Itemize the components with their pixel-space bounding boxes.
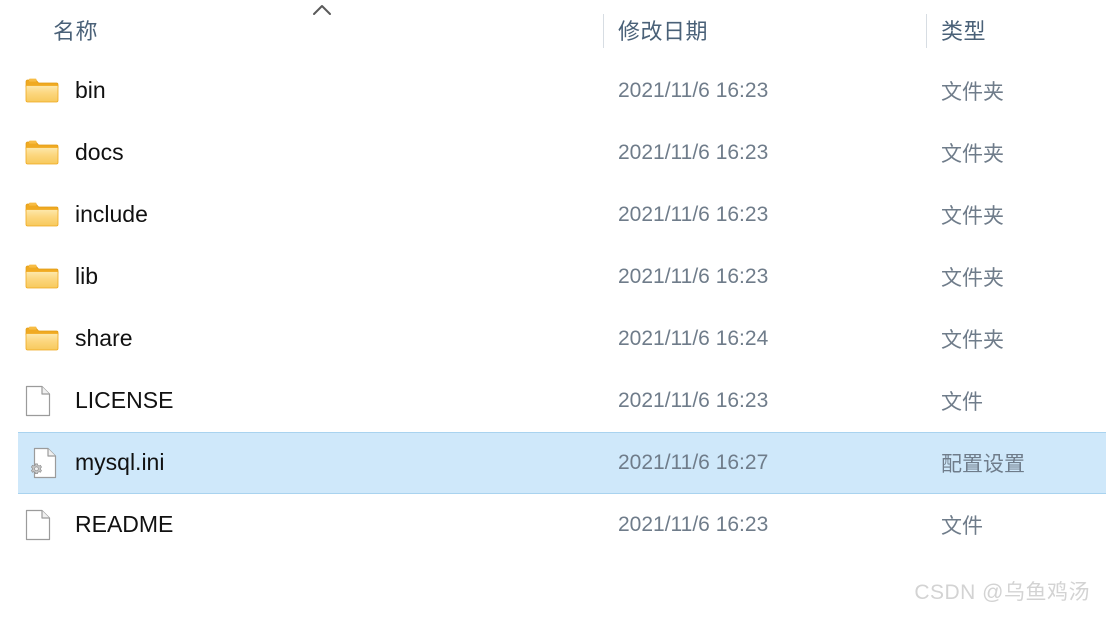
chevron-up-icon: [311, 3, 333, 17]
file-date-modified-cell: 2021/11/6 16:23: [618, 389, 769, 412]
file-row[interactable]: README 2021/11/6 16:23 文件: [0, 494, 1106, 556]
file-type-cell: 文件夹: [941, 329, 1004, 352]
file-date-modified-cell: 2021/11/6 16:27: [618, 451, 769, 474]
file-name-label: lib: [75, 262, 99, 289]
csdn-watermark: CSDN @乌鱼鸡汤: [914, 581, 1090, 604]
file-row[interactable]: mysql.ini 2021/11/6 16:27 配置设置: [0, 432, 1106, 494]
file-name-cell[interactable]: README: [25, 494, 173, 556]
file-type-cell: 文件: [941, 391, 983, 414]
file-name-label: share: [75, 324, 133, 351]
file-name-cell[interactable]: lib: [25, 246, 98, 308]
file-type-cell: 文件夹: [941, 267, 1004, 290]
column-header-type-label: 类型: [941, 19, 987, 44]
file-row[interactable]: bin 2021/11/6 16:23 文件夹: [0, 60, 1106, 122]
folder-icon: [25, 198, 61, 232]
file-name-label: mysql.ini: [75, 448, 165, 475]
blank-document-icon: [25, 508, 61, 542]
file-type-cell: 文件夹: [941, 205, 1004, 228]
file-type-cell: 文件夹: [941, 143, 1004, 166]
column-divider-2[interactable]: [926, 14, 927, 48]
file-name-cell[interactable]: include: [25, 184, 148, 246]
column-header-name[interactable]: 名称: [53, 0, 98, 60]
file-date-modified-cell: 2021/11/6 16:23: [618, 513, 769, 536]
file-name-label: LICENSE: [75, 386, 174, 413]
file-date-modified-cell: 2021/11/6 16:23: [618, 79, 769, 102]
file-date-modified-cell: 2021/11/6 16:23: [618, 141, 769, 164]
file-list: bin 2021/11/6 16:23 文件夹 docs 2021/11/6 16:23…: [0, 60, 1106, 556]
file-name-label: bin: [75, 76, 106, 103]
column-header-name-label: 名称: [53, 19, 99, 44]
file-row[interactable]: lib 2021/11/6 16:23 文件夹: [0, 246, 1106, 308]
column-header-bar: 名称 修改日期 类型: [0, 0, 1106, 60]
file-row[interactable]: include 2021/11/6 16:23 文件夹: [0, 184, 1106, 246]
folder-icon: [25, 260, 61, 294]
file-name-label: include: [75, 200, 148, 227]
file-row[interactable]: LICENSE 2021/11/6 16:23 文件: [0, 370, 1106, 432]
column-divider-1[interactable]: [603, 14, 604, 48]
column-header-date-modified[interactable]: 修改日期: [618, 0, 708, 60]
file-name-label: README: [75, 510, 174, 537]
file-name-cell[interactable]: bin: [25, 60, 106, 122]
file-name-label: docs: [75, 138, 124, 165]
file-date-modified-cell: 2021/11/6 16:23: [618, 203, 769, 226]
file-name-cell[interactable]: share: [25, 308, 133, 370]
folder-icon: [25, 74, 61, 108]
file-date-modified-cell: 2021/11/6 16:24: [618, 327, 769, 350]
folder-icon: [25, 322, 61, 356]
file-name-cell[interactable]: LICENSE: [25, 370, 173, 432]
file-name-cell[interactable]: mysql.ini: [25, 432, 164, 494]
file-date-modified-cell: 2021/11/6 16:23: [618, 265, 769, 288]
file-row[interactable]: docs 2021/11/6 16:23 文件夹: [0, 122, 1106, 184]
file-row[interactable]: share 2021/11/6 16:24 文件夹: [0, 308, 1106, 370]
column-header-date-label: 修改日期: [618, 19, 709, 44]
file-explorer-list-view: 名称 修改日期 类型 bin 2021/11/6 16:23 文件夹 docs 2021…: [0, 0, 1106, 620]
file-type-cell: 配置设置: [941, 453, 1025, 476]
file-type-cell: 文件夹: [941, 81, 1004, 104]
file-name-cell[interactable]: docs: [25, 122, 124, 184]
column-header-type[interactable]: 类型: [941, 0, 986, 60]
folder-icon: [25, 136, 61, 170]
blank-document-icon: [25, 384, 61, 418]
config-document-icon: [25, 446, 61, 480]
file-type-cell: 文件: [941, 515, 983, 538]
